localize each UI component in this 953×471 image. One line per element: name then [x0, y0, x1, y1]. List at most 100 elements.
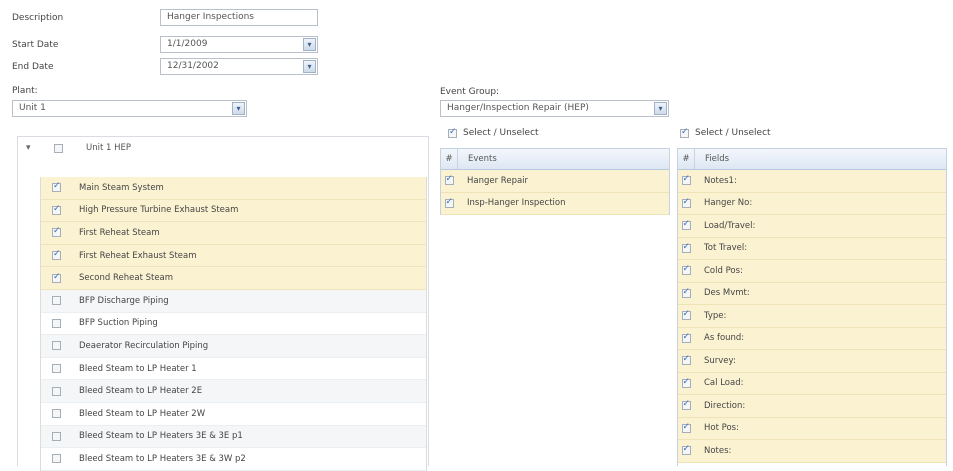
field-label: Hanger No: [704, 198, 753, 209]
field-row[interactable]: Type: [678, 305, 946, 328]
field-row[interactable]: Cold Pos: [678, 260, 946, 283]
field-checkbox[interactable] [681, 309, 691, 321]
tree-item-row[interactable]: Bleed Steam to LP Heater 1 [41, 358, 426, 381]
field-checkbox[interactable] [681, 242, 691, 253]
plant-tree: ▾ Unit 1 HEP Main Steam System High Press… [17, 136, 429, 471]
events-column-header[interactable]: Events [458, 149, 497, 169]
field-row[interactable]: Notes1: [678, 170, 946, 193]
event-checkbox[interactable] [444, 174, 454, 186]
event-row[interactable]: Hanger Repair [441, 170, 669, 193]
tree-item-checkbox[interactable] [52, 386, 61, 396]
field-row[interactable]: Load/Travel: [678, 215, 946, 238]
tree-item-checkbox[interactable] [52, 431, 61, 441]
field-row[interactable]: As found: [678, 327, 946, 350]
fields-select-checkbox[interactable] [680, 127, 689, 138]
events-select-checkbox[interactable] [448, 127, 457, 138]
tree-item-checkbox[interactable] [52, 226, 61, 238]
tree-item-row[interactable]: First Reheat Exhaust Steam [41, 244, 426, 268]
field-checkbox[interactable] [681, 444, 691, 456]
tree-item-checkbox[interactable] [52, 409, 61, 419]
field-checkbox-cell [678, 399, 694, 411]
tree-item-checkbox[interactable] [52, 272, 61, 283]
field-checkbox[interactable] [681, 287, 691, 298]
event-checkbox[interactable] [444, 197, 454, 208]
plant-value: Unit 1 [19, 103, 46, 113]
tree-item-checkbox[interactable] [52, 454, 61, 464]
field-row[interactable]: Cal Load: [678, 372, 946, 395]
tree-item-row[interactable]: High Pressure Turbine Exhaust Steam [41, 199, 426, 223]
events-select-toggle[interactable]: Select / Unselect [448, 127, 539, 138]
event-row[interactable]: Insp-Hanger Inspection [441, 192, 669, 215]
field-checkbox-cell [678, 377, 694, 388]
event-label: Insp-Hanger Inspection [467, 198, 566, 209]
fields-select-toggle[interactable]: Select / Unselect [680, 127, 771, 138]
start-date-picker[interactable]: 1/1/2009 ▾ [160, 36, 318, 53]
tree-item-label: Deaerator Recirculation Piping [79, 340, 209, 351]
field-checkbox[interactable] [681, 332, 691, 343]
tree-item-checkbox[interactable] [52, 318, 61, 328]
tree-item-row[interactable]: Main Steam System [41, 177, 426, 200]
tree-item-label: Bleed Steam to LP Heaters 3E & 3E p1 [79, 431, 243, 442]
calendar-dropdown-icon[interactable]: ▾ [303, 60, 316, 73]
description-field[interactable]: Hanger Inspections [160, 9, 318, 26]
tree-item-label: BFP Discharge Piping [79, 295, 169, 306]
field-label: Cal Load: [704, 378, 744, 389]
field-checkbox[interactable] [681, 399, 691, 411]
fields-hash-header: # [678, 149, 695, 169]
tree-item-checkbox[interactable] [52, 181, 61, 193]
field-checkbox-cell [678, 309, 694, 321]
field-row[interactable]: Des Mvmt: [678, 282, 946, 305]
field-checkbox[interactable] [681, 264, 691, 276]
tree-item-label: High Pressure Turbine Exhaust Steam [79, 205, 239, 216]
tree-item-row[interactable]: Second Reheat Steam [41, 267, 426, 290]
field-checkbox[interactable] [681, 422, 691, 433]
tree-item-row[interactable]: First Reheat Steam [41, 222, 426, 245]
field-checkbox[interactable] [681, 219, 691, 231]
tree-item-checkbox[interactable] [52, 364, 61, 374]
field-row[interactable]: Hot Pos: [678, 417, 946, 440]
field-checkbox[interactable] [681, 174, 691, 186]
field-checkbox[interactable] [681, 354, 691, 366]
tree-root-checkbox[interactable] [54, 144, 63, 153]
field-row[interactable]: Hanger No: [678, 192, 946, 215]
tree-item-checkbox[interactable] [52, 249, 61, 261]
events-hash-header: # [441, 149, 458, 169]
end-date-picker[interactable]: 12/31/2002 ▾ [160, 58, 318, 75]
plant-select[interactable]: Unit 1 ▾ [12, 100, 247, 117]
tree-item-row[interactable]: Bleed Steam to LP Heater 2W [41, 403, 426, 426]
tree-item-row[interactable]: BFP Suction Piping [41, 313, 426, 336]
fields-grid: # Fields Notes1: Hanger No: Load/Travel: To… [677, 148, 947, 466]
fields-column-header[interactable]: Fields [695, 149, 729, 169]
field-row[interactable]: Survey: [678, 350, 946, 373]
field-row[interactable]: Notes: [678, 440, 946, 463]
tree-item-checkbox[interactable] [52, 204, 61, 215]
field-checkbox[interactable] [681, 377, 691, 388]
description-label: Description [12, 13, 64, 23]
field-label: Survey: [704, 355, 736, 366]
tree-item-row[interactable]: BFP Discharge Piping [41, 289, 426, 313]
tree-item-row[interactable]: Bleed Steam to LP Heaters 3E & 3W p2 [41, 448, 426, 471]
event-group-value: Hanger/Inspection Repair (HEP) [447, 103, 589, 113]
expand-toggle-icon[interactable]: ▾ [26, 143, 31, 153]
chevron-down-icon[interactable]: ▾ [232, 102, 245, 115]
tree-item-checkbox[interactable] [52, 296, 61, 306]
event-group-select[interactable]: Hanger/Inspection Repair (HEP) ▾ [440, 100, 669, 117]
tree-item-list: Main Steam System High Pressure Turbine E… [40, 177, 427, 471]
tree-item-row[interactable]: Bleed Steam to LP Heaters 3E & 3E p1 [41, 425, 426, 449]
field-row[interactable]: Direction: [678, 395, 946, 418]
events-grid: # Events Hanger Repair Insp-Hanger Inspec… [440, 148, 670, 215]
events-select-label: Select / Unselect [463, 128, 539, 138]
tree-item-label: First Reheat Exhaust Steam [79, 250, 197, 261]
field-label: Load/Travel: [704, 220, 756, 231]
fields-grid-header: # Fields [678, 149, 946, 170]
tree-item-row[interactable]: Bleed Steam to LP Heater 2E [41, 380, 426, 403]
calendar-dropdown-icon[interactable]: ▾ [303, 38, 316, 51]
tree-item-checkbox[interactable] [52, 341, 61, 351]
field-checkbox[interactable] [681, 197, 691, 208]
tree-item-row[interactable]: Deaerator Recirculation Piping [41, 335, 426, 358]
event-label: Hanger Repair [467, 175, 529, 186]
field-label: Hot Pos: [704, 423, 739, 434]
fields-select-label: Select / Unselect [695, 128, 771, 138]
chevron-down-icon[interactable]: ▾ [654, 102, 667, 115]
field-row[interactable]: Tot Travel: [678, 237, 946, 260]
